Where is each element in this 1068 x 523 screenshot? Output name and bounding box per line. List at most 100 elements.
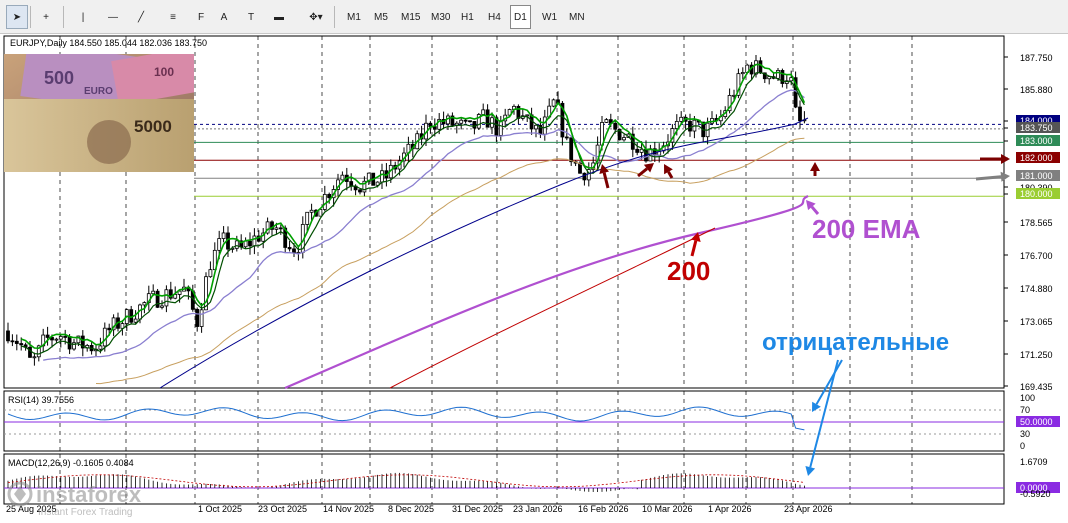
candle-body <box>14 340 19 344</box>
candle-body <box>19 343 24 346</box>
timeframe-h4-button[interactable]: H4 <box>484 5 505 29</box>
timeframe-m30-button[interactable]: M30 <box>427 5 454 29</box>
candle-body <box>305 211 310 225</box>
negative-label: отрицательные <box>762 329 949 356</box>
candle-body <box>278 227 283 230</box>
cursor-arrow-icon[interactable]: ➤ <box>6 5 28 29</box>
candle-body <box>45 334 50 338</box>
candle-body <box>252 235 257 247</box>
candle-body <box>380 170 384 183</box>
macd-axis-label: -0.5920 <box>1020 489 1051 499</box>
candle-body <box>551 99 556 107</box>
currency-thumbnail: 500 EURO 100 5000 <box>4 54 194 172</box>
candle-body <box>221 232 226 239</box>
date-axis-label: 16 Feb 2026 <box>578 504 629 514</box>
candle-body <box>63 336 68 338</box>
text-label-icon[interactable]: T <box>240 5 262 29</box>
rectangle-icon[interactable]: ▬ <box>268 5 290 29</box>
timeframe-d1-button[interactable]: D1 <box>510 5 531 29</box>
candle-body <box>287 247 292 250</box>
candle-body <box>432 126 437 130</box>
date-axis-label: 23 Jan 2026 <box>513 504 563 514</box>
symbol-header: EURJPY,Daily 184.550 185.044 182.036 183… <box>10 38 207 48</box>
candle-body <box>107 327 112 331</box>
rsi-header: RSI(14) 39.7556 <box>8 395 74 405</box>
candle-body <box>481 109 486 115</box>
candle-body <box>10 340 15 343</box>
rsi-pane <box>3 390 1005 452</box>
ema-200-label: 200 EMA <box>812 214 921 244</box>
date-axis-label: 8 Dec 2025 <box>388 504 434 514</box>
equidistant-channel-icon[interactable]: ≡ <box>162 5 184 29</box>
date-axis-label: 1 Oct 2025 <box>198 504 242 514</box>
rsi-axis-label: 100 <box>1020 393 1035 403</box>
fibonacci-icon[interactable]: F <box>190 5 212 29</box>
rsi-axis-label: 50.0000 <box>1020 417 1053 427</box>
price-tag-label: 180.000 <box>1020 189 1053 199</box>
candle-body <box>155 290 160 308</box>
timeframe-w1-button[interactable]: W1 <box>538 5 561 29</box>
date-axis-label: 14 Nov 2025 <box>323 504 374 514</box>
trendline-icon[interactable]: ╱ <box>130 5 152 29</box>
date-axis-label: 23 Oct 2025 <box>258 504 307 514</box>
candle-body <box>28 346 32 358</box>
timeframe-m5-button[interactable]: M5 <box>370 5 392 29</box>
timeframe-mn-button[interactable]: MN <box>565 5 589 29</box>
candle-body <box>679 116 684 122</box>
candle-body <box>234 240 239 249</box>
candle-body <box>622 137 626 141</box>
candle-body <box>98 345 103 350</box>
candle-body <box>613 122 618 130</box>
candle-body <box>274 227 279 230</box>
macd-axis-label: 1.6709 <box>1020 457 1048 467</box>
candle-body <box>498 120 503 136</box>
candle-body <box>309 209 314 213</box>
candle-body <box>472 121 477 129</box>
bill-label: 100 <box>154 65 174 79</box>
candle-body <box>358 189 362 193</box>
instaforex-logo: instaforex Instant Forex Trading <box>6 478 196 518</box>
logo-tagline: Instant Forex Trading <box>38 507 133 518</box>
candle-body <box>58 336 63 340</box>
timeframe-h1-button[interactable]: H1 <box>457 5 478 29</box>
rsi-axis-label: 30 <box>1020 429 1030 439</box>
timeframe-m1-button[interactable]: M1 <box>343 5 365 29</box>
candle-body <box>674 121 679 129</box>
candle-body <box>160 305 164 308</box>
price-tag-label: 181.000 <box>1020 171 1053 181</box>
vertical-line-icon[interactable]: | <box>72 5 94 29</box>
candle-body <box>102 327 107 347</box>
candle-body <box>195 308 200 327</box>
macd-header: MACD(12,26,9) -0.1605 0.4084 <box>8 458 134 468</box>
candle-body <box>32 356 37 359</box>
chart-toolbar: ➤ + | — ╱ ≡ F A T ▬ ✥▾ M1 M5 M15 M30 H1 H4 D1 W1 MN <box>0 0 1068 34</box>
price-axis-label: 187.750 <box>1020 53 1053 63</box>
crosshair-icon[interactable]: + <box>35 5 57 29</box>
candle-body <box>490 117 494 128</box>
candle-body <box>340 174 345 181</box>
candle-body <box>582 172 587 181</box>
candle-body <box>798 106 802 122</box>
logo-brand: instaforex <box>36 482 142 507</box>
candle-body <box>569 137 574 163</box>
candle-body <box>740 72 745 75</box>
candle-body <box>468 120 472 123</box>
timeframe-m15-button[interactable]: M15 <box>397 5 424 29</box>
price-axis-label: 174.880 <box>1020 284 1053 294</box>
bill-label: EURO <box>84 86 113 97</box>
date-axis-label: 23 Apr 2026 <box>784 504 833 514</box>
price-tag-label: 182.000 <box>1020 153 1053 163</box>
horizontal-line-icon[interactable]: — <box>102 5 124 29</box>
candle-body <box>635 148 640 153</box>
bill-label: 5000 <box>134 117 172 136</box>
candle-body <box>604 119 609 123</box>
shapes-menu-icon[interactable]: ✥▾ <box>305 5 327 29</box>
price-axis-label: 185.880 <box>1020 85 1053 95</box>
price-axis-label: 169.435 <box>1020 382 1053 392</box>
text-icon[interactable]: A <box>213 5 235 29</box>
sma-200-label: 200 <box>667 256 710 286</box>
date-axis-label: 10 Mar 2026 <box>642 504 693 514</box>
candle-body <box>248 240 252 247</box>
rsi-axis-label: 0 <box>1020 441 1025 451</box>
candle-body <box>151 290 156 295</box>
